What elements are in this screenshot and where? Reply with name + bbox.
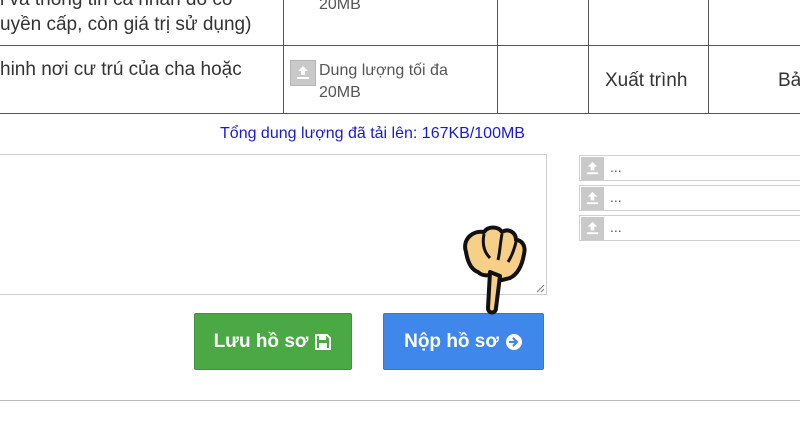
table-col-divider [708, 0, 709, 114]
upload-icon[interactable] [581, 157, 604, 180]
hand-pointer-icon [463, 225, 527, 315]
section-divider [0, 400, 800, 401]
table-col-divider [497, 0, 498, 114]
row2-upload-note-line1: Dung lượng tối đa [319, 62, 448, 79]
row2-last-col: Bả [778, 70, 800, 91]
submit-button-label: Nộp hồ sơ [404, 330, 499, 352]
table-col-divider [588, 0, 589, 114]
row1-description-line1: i và thông tin cá nhân đó có [0, 0, 232, 11]
save-button-label: Lưu hồ sơ [213, 330, 309, 352]
row2-action: Xuất trình [605, 70, 688, 91]
row1-upload-note: 20MB [319, 0, 361, 13]
upload-icon[interactable] [290, 60, 316, 86]
table-row-divider [0, 45, 800, 46]
file-slot[interactable]: ... [579, 185, 800, 211]
file-slot[interactable]: ... [579, 155, 800, 181]
floppy-disk-icon [315, 333, 332, 350]
row2-description: hinh nơi cư trú của cha hoặc [0, 59, 242, 80]
row2-upload-note-line2: 20MB [319, 84, 361, 101]
submit-button[interactable]: Nộp hồ sơ [383, 313, 544, 370]
table-col-divider [283, 0, 284, 114]
upload-icon[interactable] [581, 217, 604, 240]
save-button[interactable]: Lưu hồ sơ [194, 313, 352, 370]
resize-grip-icon[interactable] [536, 284, 545, 293]
file-slot-label: ... [610, 189, 622, 205]
row1-description-line2: uyền cấp, còn giá trị sử dụng) [0, 14, 252, 35]
file-slot-label: ... [610, 219, 622, 235]
arrow-circle-right-icon [505, 333, 522, 350]
table-bottom-border [0, 113, 800, 114]
upload-icon[interactable] [581, 187, 604, 210]
file-slot-label: ... [610, 159, 622, 175]
total-upload-size: Tổng dung lượng đã tải lên: 167KB/100MB [220, 125, 525, 142]
file-slot[interactable]: ... [579, 215, 800, 241]
